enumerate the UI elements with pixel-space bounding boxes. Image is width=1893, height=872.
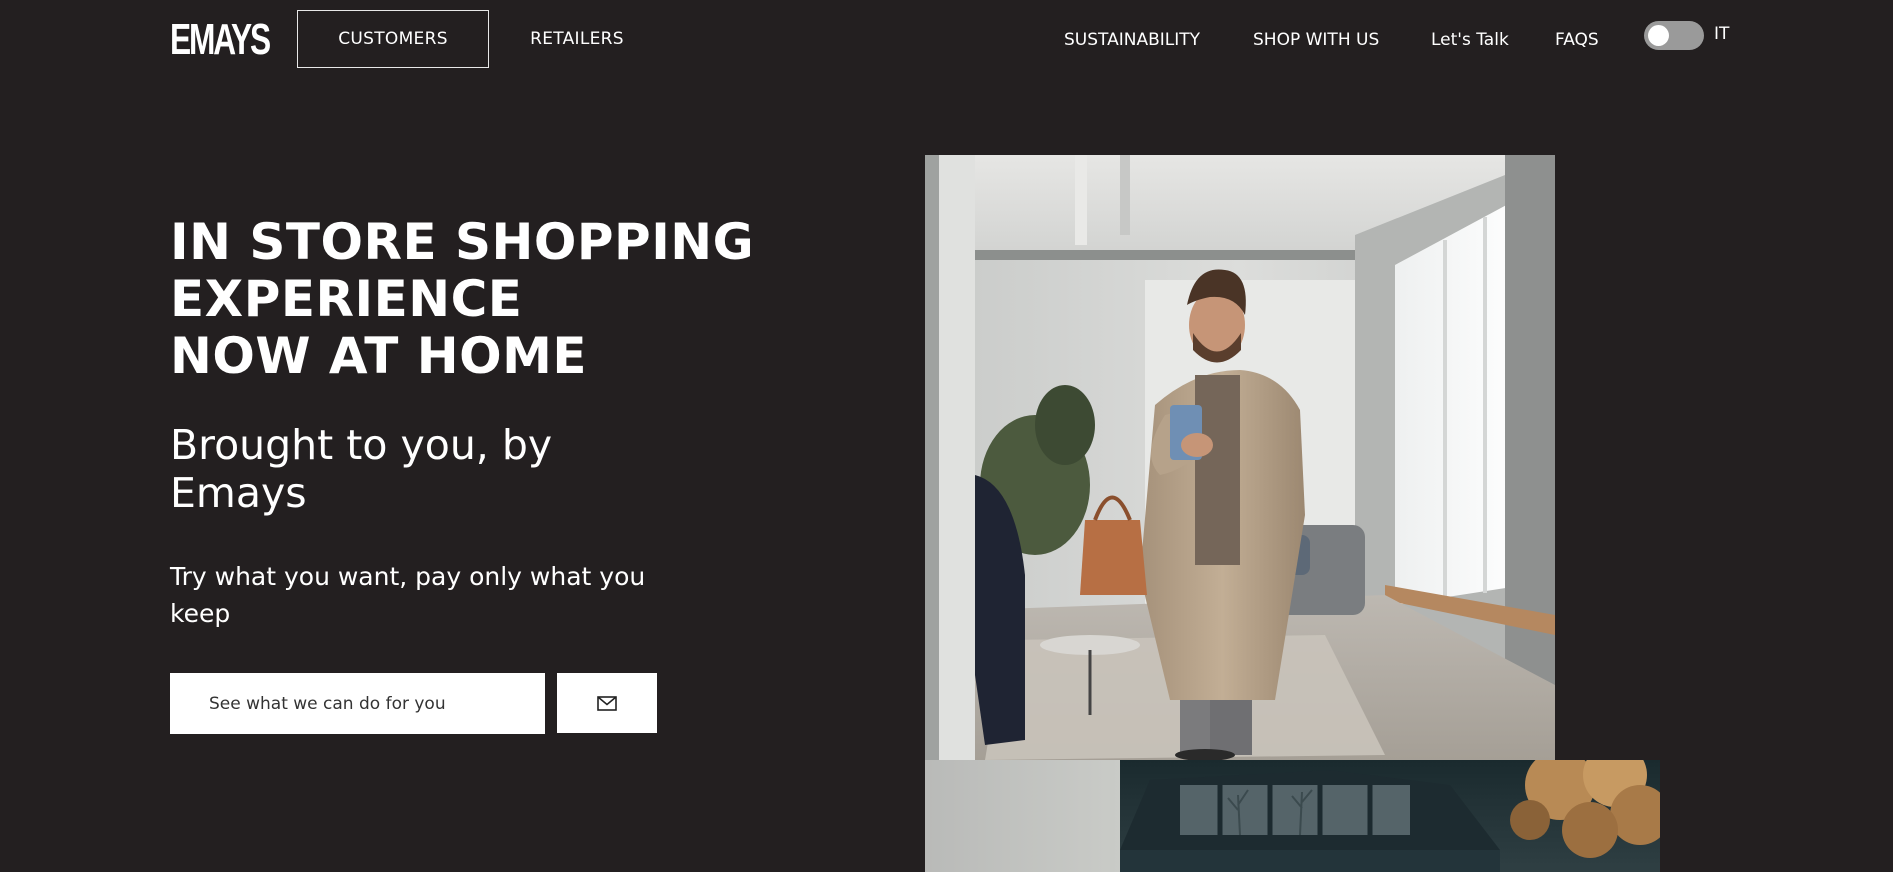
- tab-customers[interactable]: CUSTOMERS: [297, 10, 489, 68]
- house-exterior-photo: [1120, 760, 1660, 872]
- contact-input[interactable]: [170, 673, 545, 734]
- language-toggle[interactable]: [1644, 21, 1704, 50]
- hero-subtitle: Brought to you, by Emays: [170, 421, 553, 517]
- send-button[interactable]: [557, 673, 657, 733]
- nav-item-lets-talk[interactable]: Let's Talk: [1431, 30, 1509, 50]
- hero-description: Try what you want, pay only what you kee…: [170, 562, 646, 628]
- nav-item-faqs[interactable]: FAQS: [1555, 30, 1599, 50]
- nav-item-shop-with-us[interactable]: SHOP WITH US: [1253, 30, 1379, 50]
- tab-retailers[interactable]: RETAILERS: [520, 10, 634, 68]
- page: EMAYS CUSTOMERS RETAILERS SUSTAINABILITY…: [0, 0, 1893, 872]
- logo[interactable]: EMAYS: [170, 18, 271, 62]
- hero-title-line-1: IN STORE SHOPPING: [170, 213, 755, 271]
- mail-icon: [597, 695, 617, 711]
- toggle-knob: [1648, 25, 1669, 46]
- hero-title-line-3: NOW AT HOME: [170, 327, 587, 385]
- hero-title-line-2: EXPERIENCE: [170, 270, 523, 328]
- language-label: IT: [1714, 24, 1730, 44]
- nav-item-sustainability[interactable]: SUSTAINABILITY: [1064, 30, 1200, 50]
- hero-photo-man-with-phone: [925, 155, 1555, 760]
- photo-wall-strip: [925, 760, 1120, 872]
- hero-title: IN STORE SHOPPING EXPERIENCE NOW AT HOME: [170, 214, 754, 385]
